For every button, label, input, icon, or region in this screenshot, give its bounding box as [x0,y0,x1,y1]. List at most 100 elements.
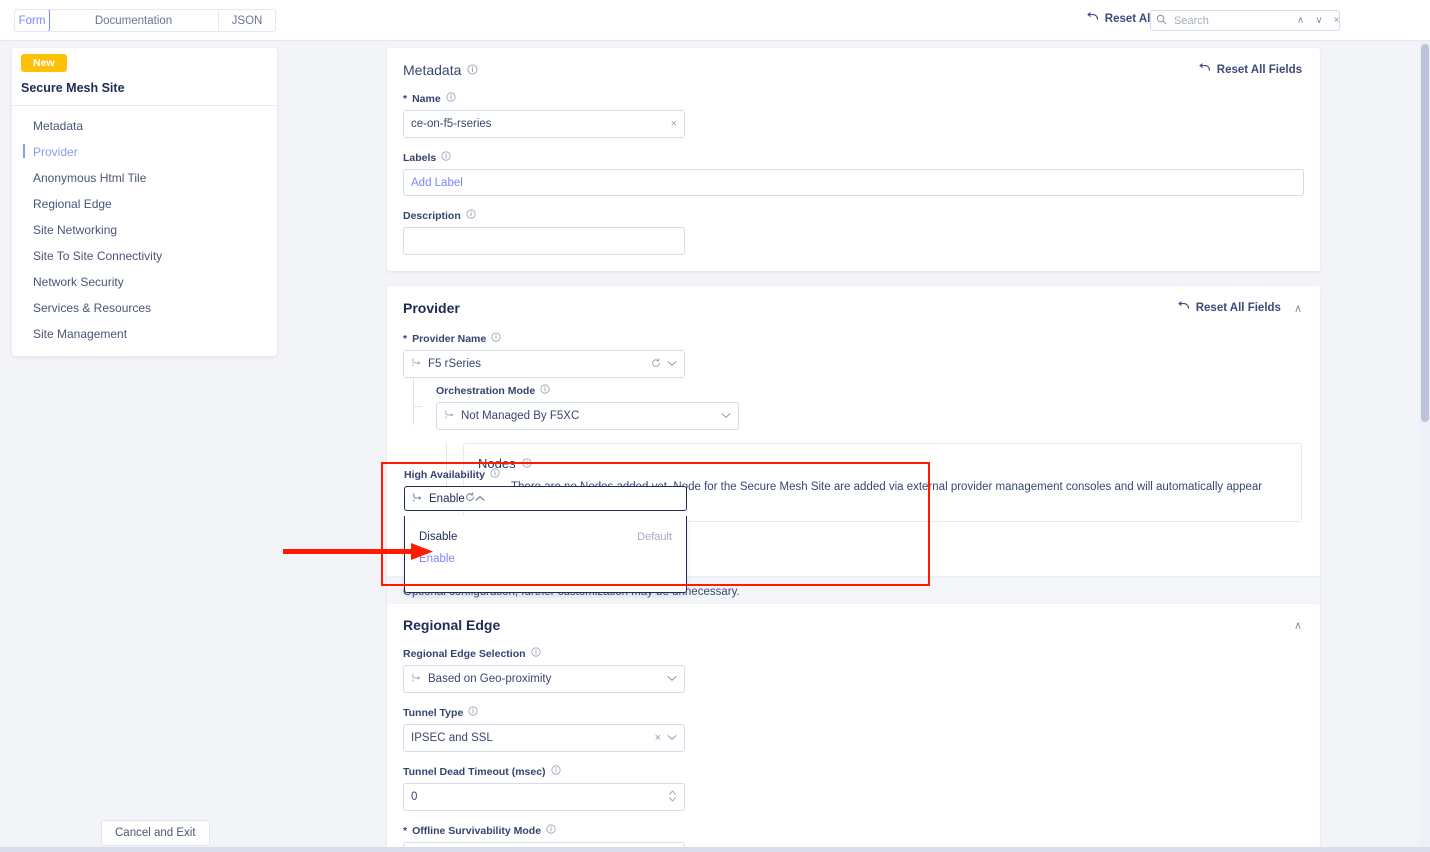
sidebar-item-regional-edge[interactable]: Regional Edge [12,191,277,217]
metadata-title-group: Metadata [403,62,478,78]
regional-edge-selection-group: Regional Edge Selection Based on Geo-pro… [403,647,1302,693]
provider-title: Provider [403,300,460,316]
vertical-scrollbar-thumb[interactable] [1421,44,1429,422]
provider-reset-all-fields-button[interactable]: Reset All Fields [1177,301,1281,315]
required-marker: * [403,824,408,837]
high-availability-field-group: High Availability Enable Disable Default… [404,468,687,593]
sidebar-item-site-management[interactable]: Site Management [12,321,277,347]
info-icon[interactable] [468,706,478,719]
info-icon[interactable] [441,151,451,164]
tab-json[interactable]: JSON [219,10,275,31]
stepper-icon[interactable] [668,789,677,806]
chevron-down-icon[interactable] [721,410,731,422]
high-availability-select[interactable]: Enable [404,486,687,511]
info-icon[interactable] [467,62,478,78]
info-icon[interactable] [530,647,541,660]
option-disable[interactable]: Disable Default [405,526,686,548]
tunnel-dead-timeout-group: Tunnel Dead Timeout (msec) 0 [403,765,1302,811]
name-field-group: * Name ce-on-f5-rseries × [403,92,1302,138]
sidebar-item-anonymous-html-tile[interactable]: Anonymous Html Tile [12,165,277,191]
option-disable-default-tag: Default [637,531,672,543]
info-icon[interactable] [550,765,561,778]
tunnel-type-value: IPSEC and SSL [411,732,493,744]
search-box[interactable]: ∧ ∨ × [1150,10,1340,31]
cancel-and-exit-button[interactable]: Cancel and Exit [101,820,210,846]
info-icon[interactable] [491,332,501,345]
sidebar-item-services-resources[interactable]: Services & Resources [12,295,277,321]
option-enable[interactable]: Enable [405,548,686,570]
chevron-down-icon[interactable] [667,358,677,370]
provider-name-label: Provider Name [412,332,487,345]
search-input[interactable] [1172,13,1284,28]
regional-edge-selection-label-row: Regional Edge Selection [403,647,1302,660]
metadata-panel: Metadata Reset All Fields * Name ce-on-f… [387,48,1320,271]
chevron-down-icon[interactable] [667,673,677,685]
refresh-icon[interactable] [465,492,475,505]
name-input[interactable]: ce-on-f5-rseries × [403,110,685,138]
labels-field-group: Labels Add Label [403,151,1304,196]
add-label-placeholder[interactable]: Add Label [411,177,1296,189]
tunnel-type-select[interactable]: IPSEC and SSL × [403,724,685,752]
tunnel-type-label: Tunnel Type [403,706,464,719]
clear-icon[interactable]: × [671,118,677,130]
search-next-icon[interactable]: ∨ [1312,15,1325,26]
regional-edge-selection-select[interactable]: Based on Geo-proximity [403,665,685,693]
provider-name-field-group: * Provider Name F5 rSeries [403,332,1302,378]
tunnel-dead-timeout-label-row: Tunnel Dead Timeout (msec) [403,765,1302,778]
search-close-icon[interactable]: × [1331,15,1343,26]
metadata-title: Metadata [403,62,462,78]
required-marker: * [403,332,408,345]
metadata-reset-label: Reset All Fields [1216,64,1302,76]
search-prev-icon[interactable]: ∧ [1294,15,1307,26]
sidebar-item-site-networking[interactable]: Site Networking [12,217,277,243]
provider-panel-header: Provider Reset All Fields ∧ [403,300,1302,316]
tree-tick [413,406,422,407]
clear-icon[interactable]: × [655,732,661,744]
tab-form[interactable]: Form [15,10,50,31]
tunnel-dead-timeout-stepper[interactable]: 0 [403,783,685,811]
name-label-row: * Name [403,92,1302,105]
description-field-group: Description [403,209,1302,255]
info-icon[interactable] [446,92,456,105]
branch-icon [411,357,422,371]
tab-documentation[interactable]: Documentation [49,10,219,31]
sidebar-item-provider[interactable]: Provider [12,139,277,165]
tree-connector [413,378,414,425]
regional-edge-selection-value: Based on Geo-proximity [428,673,552,685]
info-icon[interactable] [490,468,500,481]
provider-name-select[interactable]: F5 rSeries [403,350,685,378]
provider-name-label-row: * Provider Name [403,332,1302,345]
info-icon[interactable] [466,209,476,222]
provider-header-actions: Reset All Fields ∧ [1177,301,1302,315]
tunnel-dead-timeout-value: 0 [411,791,418,803]
regional-edge-panel: Regional Edge ∧ Regional Edge Selection [387,604,1320,852]
high-availability-options-menu: Disable Default Enable [404,516,687,593]
metadata-reset-all-fields-button[interactable]: Reset All Fields [1198,63,1302,77]
sidebar-item-network-security[interactable]: Network Security [12,269,277,295]
tunnel-type-label-row: Tunnel Type [403,706,1302,719]
chevron-up-icon[interactable]: ∧ [1294,302,1302,315]
sidebar-item-site-to-site-connectivity[interactable]: Site To Site Connectivity [12,243,277,269]
regional-edge-title: Regional Edge [403,617,501,633]
info-icon[interactable] [540,384,550,397]
reset-icon [1177,301,1190,315]
chevron-up-icon[interactable]: ∧ [1294,619,1302,632]
chevron-up-icon[interactable] [475,493,485,505]
tunnel-dead-timeout-label: Tunnel Dead Timeout (msec) [403,765,546,778]
offline-survivability-label: Offline Survivability Mode [412,824,542,837]
info-icon[interactable] [546,824,556,837]
new-badge: New [21,54,67,72]
labels-input[interactable]: Add Label [403,169,1304,196]
sidebar-item-metadata[interactable]: Metadata [12,113,277,139]
reset-icon [1198,63,1211,77]
refresh-icon[interactable] [651,357,661,371]
search-icon [1156,12,1167,30]
metadata-header-actions: Reset All Fields [1198,63,1302,77]
name-label: Name [412,92,441,105]
chevron-down-icon[interactable] [667,732,677,744]
orchestration-mode-select[interactable]: Not Managed By F5XC [436,402,739,430]
reset-icon [1086,12,1099,26]
sidebar-title: Secure Mesh Site [12,72,277,106]
description-input[interactable] [403,227,685,255]
horizontal-scrollbar[interactable] [0,847,1430,852]
